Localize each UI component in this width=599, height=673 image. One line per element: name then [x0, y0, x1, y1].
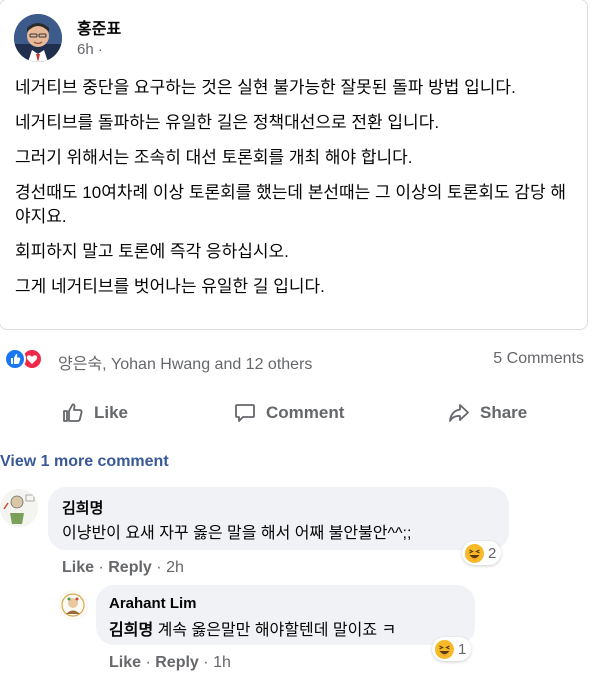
- post-paragraph: 네거티브를 돌파하는 유일한 길은 정책대선으로 전환 입니다.: [15, 113, 440, 132]
- reply-time[interactable]: 1h: [213, 654, 231, 671]
- comment-reaction-count: 2: [488, 544, 497, 562]
- post-paragraph: 경선때도 10여차례 이상 토론회를 했는데 본선때는 그 이상의 토론회도 감…: [15, 183, 566, 226]
- post-actions: Like Comment Share: [0, 393, 599, 433]
- reply-actions-separator: ·: [145, 654, 151, 671]
- comment-reaction-pill[interactable]: 2: [462, 541, 502, 565]
- post-author-name[interactable]: 홍준표: [77, 15, 121, 39]
- reply-bubble: Arahant Lim 김희명 계속 옳은말만 해야할텐데 말이죠 ㅋ: [96, 585, 475, 645]
- reply-reaction-pill[interactable]: 1: [432, 637, 472, 661]
- reply-author[interactable]: Arahant Lim: [109, 595, 197, 612]
- comment-text: 이냥반이 요새 자꾸 옳은 말을 해서 어째 불안불안^^;;: [62, 525, 412, 542]
- post-timestamp[interactable]: 6h ·: [77, 41, 103, 58]
- post-paragraph: 그게 네거티브를 벗어나는 유일한 길 입니다.: [15, 277, 325, 296]
- comment-time[interactable]: 2h: [166, 559, 184, 576]
- comment-actions-separator: ·: [98, 559, 104, 576]
- meta-separator: ·: [97, 41, 103, 58]
- reaction-names[interactable]: 양은숙, Yohan Hwang and 12 others: [58, 350, 312, 374]
- comments-count[interactable]: 5 Comments: [493, 350, 584, 368]
- like-icon: [4, 348, 26, 370]
- reply-like-link[interactable]: Like: [109, 654, 141, 671]
- post-body: 네거티브 중단을 요구하는 것은 실현 불가능한 잘못된 돌파 방법 입니다. …: [15, 76, 575, 310]
- comment-icon: [235, 404, 255, 422]
- comment-bubble: 김희명 이냥반이 요새 자꾸 옳은 말을 해서 어째 불안불안^^;;: [48, 487, 509, 550]
- thumbs-up-icon: [63, 403, 83, 422]
- replier-avatar[interactable]: [58, 590, 88, 620]
- share-button-label: Share: [480, 403, 528, 422]
- comment-button-label: Comment: [266, 403, 345, 422]
- comment-author[interactable]: 김희명: [62, 497, 103, 518]
- reply-reaction-count: 1: [458, 640, 467, 658]
- haha-icon: [465, 543, 484, 563]
- share-button[interactable]: Share: [447, 393, 527, 433]
- reaction-icons[interactable]: [4, 348, 48, 370]
- comment-reply-link[interactable]: Reply: [108, 559, 152, 576]
- view-more-comments-link[interactable]: View 1 more comment: [0, 453, 169, 471]
- post-paragraph: 그러기 위해서는 조속히 대선 토론회를 개최 해야 합니다.: [15, 148, 413, 167]
- post-card: 홍준표 6h · 네거티브 중단을 요구하는 것은 실현 불가능한 잘못된 돌파…: [0, 0, 588, 330]
- share-icon: [449, 404, 469, 422]
- commenter-avatar[interactable]: [0, 489, 38, 527]
- reply-reply-link[interactable]: Reply: [155, 654, 199, 671]
- like-button[interactable]: Like: [61, 393, 128, 433]
- reactions-summary: 양은숙, Yohan Hwang and 12 others 5 Comment…: [0, 344, 599, 374]
- author-photo: [14, 14, 62, 62]
- post-time[interactable]: 6h: [77, 41, 94, 58]
- post-paragraph: 네거티브 중단을 요구하는 것은 실현 불가능한 잘못된 돌파 방법 입니다.: [15, 78, 516, 97]
- author-avatar[interactable]: [14, 14, 62, 62]
- comment-actions: Like · Reply · 2h: [62, 559, 184, 577]
- haha-icon: [435, 639, 454, 659]
- reply-actions: Like · Reply · 1h: [109, 654, 231, 672]
- post-paragraph: 회피하지 말고 토론에 즉각 응하십시오.: [15, 242, 289, 261]
- reply-actions-separator: ·: [203, 654, 209, 671]
- reply-text-body: 계속 옳은말만 해야할텐데 말이죠 ㅋ: [157, 622, 397, 639]
- comment-button[interactable]: Comment: [233, 393, 344, 433]
- reply-text: 김희명 계속 옳은말만 해야할텐데 말이죠 ㅋ: [109, 616, 396, 640]
- cartoon-avatar-icon: [0, 489, 38, 527]
- cartoon-avatar-icon: [58, 590, 88, 620]
- like-button-label: Like: [94, 403, 129, 422]
- comment-actions-separator: ·: [156, 559, 162, 576]
- reply-mention[interactable]: 김희명: [109, 622, 153, 639]
- comment-like-link[interactable]: Like: [62, 559, 94, 576]
